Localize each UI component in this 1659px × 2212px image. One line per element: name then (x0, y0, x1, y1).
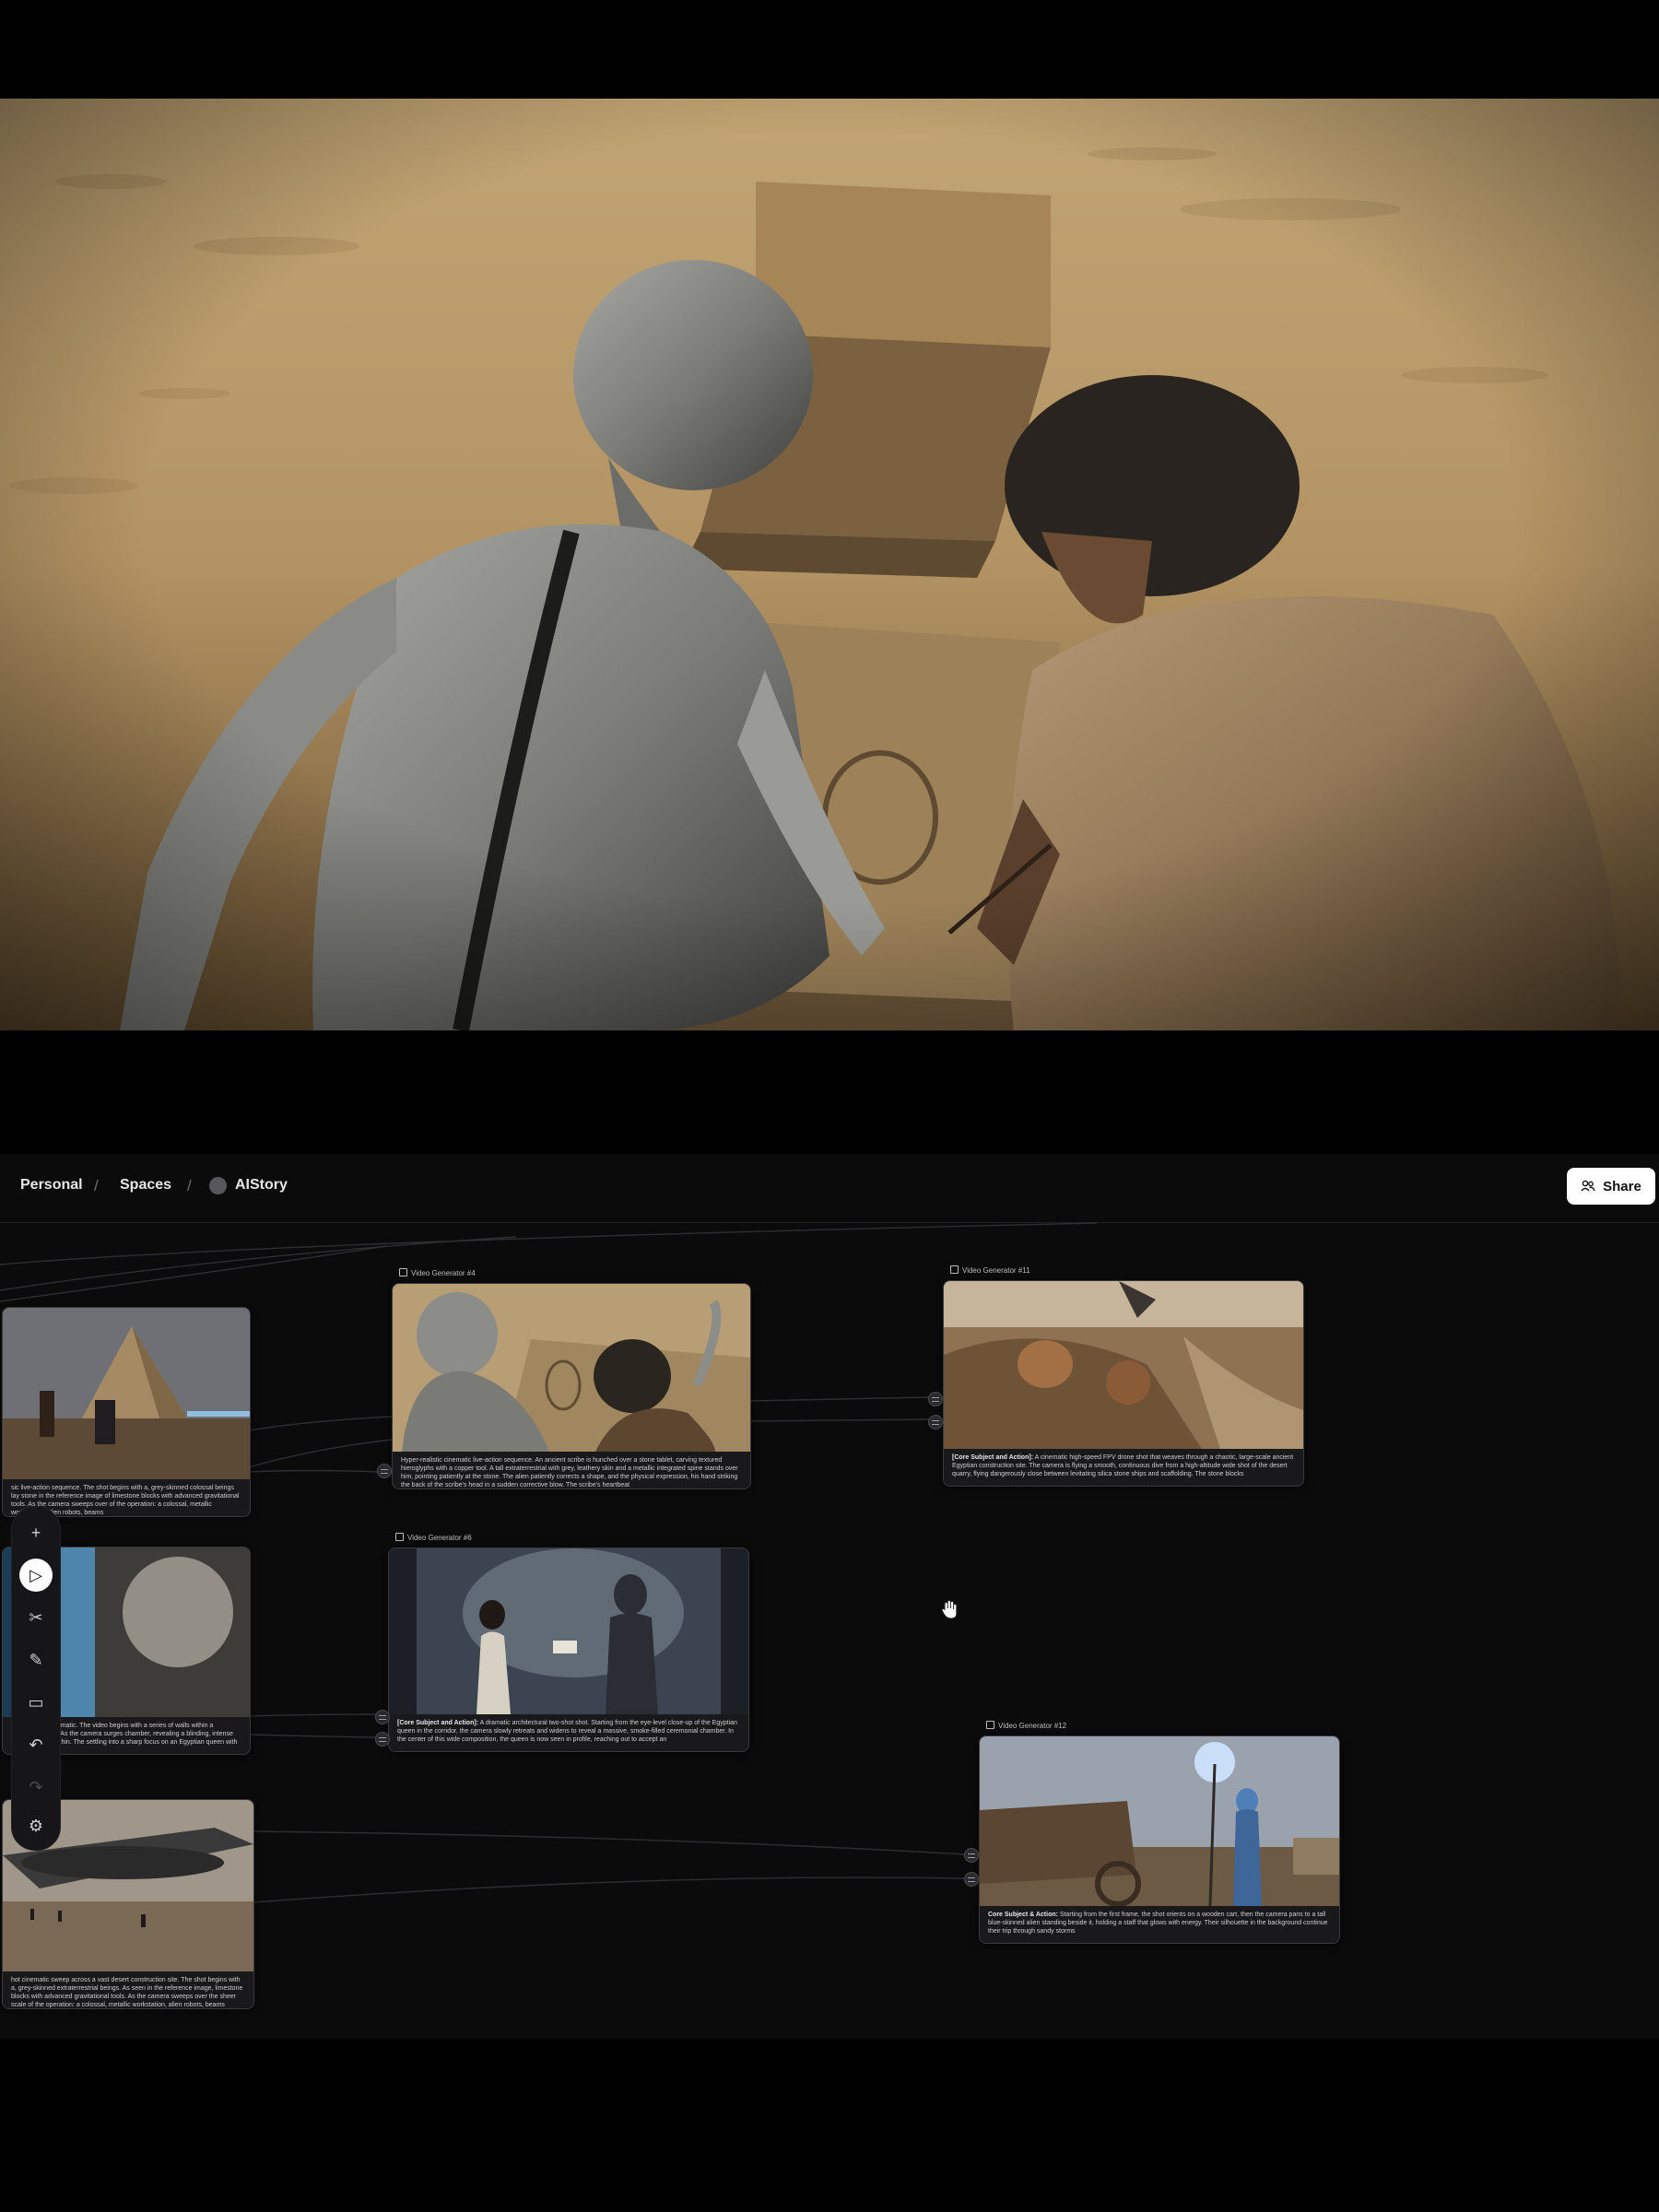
scissors-icon[interactable]: ✂ (18, 1599, 54, 1636)
node-caption: Core Subject & Action: Starting from the… (980, 1906, 1339, 1943)
add-icon[interactable]: + (18, 1514, 54, 1551)
video-generator-12-node[interactable]: Video Generator #12 Core Subject & Actio… (964, 1721, 1340, 1944)
video-generator-4-node[interactable]: Video Generator #4 Hyper-realistic cinem… (377, 1268, 751, 1489)
video-icon (950, 1265, 959, 1274)
settings-icon[interactable]: ⚙ (18, 1807, 54, 1844)
video-node-pyramid[interactable]: sic live-action sequence. The shot begin… (2, 1307, 251, 1517)
left-toolbar: + ▷ ✂ ✎ ▭ ↶ ↷ ⚙ (11, 1506, 61, 1851)
comment-icon[interactable]: ▭ (18, 1684, 54, 1721)
node-caption: hot cinematic sweep across a vast desert… (3, 1971, 253, 2008)
node-caption: Hyper-realistic cinematic live-action se… (393, 1452, 750, 1488)
hand-cursor-icon (941, 1599, 958, 1619)
workflow-canvas[interactable]: Personal / Spaces / AIStory Share sic li… (0, 1154, 1659, 2039)
node-title: Video Generator #4 (399, 1268, 476, 1277)
node-title: Video Generator #6 (395, 1533, 472, 1542)
pen-icon[interactable]: ✎ (18, 1641, 54, 1678)
queen-alien-chamber-thumbnail (389, 1548, 748, 1714)
node-title: Video Generator #11 (950, 1265, 1030, 1275)
node-card[interactable]: Hyper-realistic cinematic live-action se… (392, 1283, 751, 1489)
video-icon (986, 1721, 994, 1729)
node-card[interactable]: [Core Subject and Action]: A dramatic ar… (388, 1547, 749, 1752)
video-generator-11-node[interactable]: Video Generator #11 [Core Subject and Ac… (928, 1265, 1304, 1487)
video-generator-6-node[interactable]: Video Generator #6 [Core Subject and Act… (375, 1533, 749, 1752)
input-port[interactable] (964, 1848, 979, 1863)
alien-scribe-thumbnail (393, 1284, 750, 1452)
node-card[interactable]: sic live-action sequence. The shot begin… (2, 1307, 251, 1517)
video-icon (399, 1268, 407, 1277)
input-port[interactable] (375, 1732, 390, 1747)
node-caption: [Core Subject and Action]: A dramatic ar… (389, 1714, 748, 1751)
node-caption: [Core Subject and Action]: A cinematic h… (944, 1449, 1303, 1486)
input-port[interactable] (928, 1392, 943, 1406)
node-title: Video Generator #12 (986, 1721, 1066, 1730)
input-port[interactable] (377, 1464, 392, 1478)
alien-scribe-scene-image (0, 99, 1659, 1030)
redo-icon[interactable]: ↷ (18, 1769, 54, 1806)
node-card[interactable]: [Core Subject and Action]: A cinematic h… (943, 1280, 1304, 1487)
undo-icon[interactable]: ↶ (18, 1726, 54, 1763)
play-cursor-icon[interactable]: ▷ (18, 1557, 54, 1594)
blue-alien-cart-thumbnail (980, 1736, 1339, 1906)
node-card[interactable]: Core Subject & Action: Starting from the… (979, 1735, 1340, 1944)
construction-chaos-thumbnail (944, 1281, 1303, 1449)
input-port[interactable] (375, 1710, 390, 1724)
pyramid-construction-thumbnail (3, 1308, 250, 1479)
video-icon (395, 1533, 404, 1541)
input-port[interactable] (964, 1872, 979, 1887)
video-preview-frame (0, 99, 1659, 1030)
input-port[interactable] (928, 1415, 943, 1430)
